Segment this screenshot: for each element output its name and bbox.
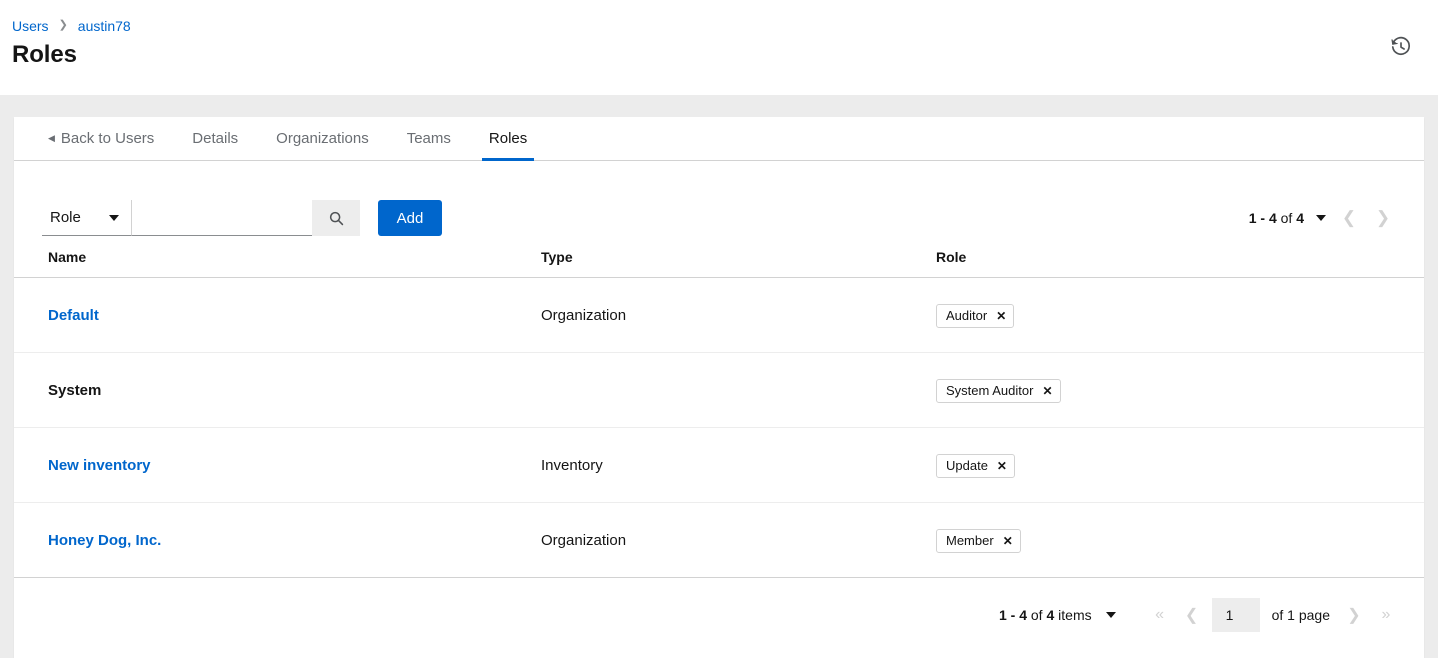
- history-icon-glyph: [1390, 36, 1412, 58]
- page-number-input[interactable]: [1212, 598, 1260, 632]
- cell-type: Organization: [541, 503, 626, 578]
- cell-type: Inventory: [541, 428, 603, 503]
- bottom-pagination-nav: « ❮ of 1 page ❯ »: [1144, 598, 1402, 632]
- cell-name: Default: [48, 278, 99, 353]
- bottom-pagination: 1 - 4 of 4 items « ❮ of 1 page ❯ »: [14, 578, 1424, 653]
- resource-type: Inventory: [541, 457, 603, 474]
- role-chip: Auditor ✕: [936, 304, 1014, 328]
- page-header: Users ❯ austin78 Roles: [0, 0, 1438, 95]
- add-button[interactable]: Add: [378, 200, 442, 236]
- cell-name: System: [48, 353, 101, 428]
- tab-bar: ◀ Back to Users Details Organizations Te…: [14, 117, 1424, 161]
- top-pagination-total: 4: [1296, 210, 1304, 226]
- role-chip-label: Update: [946, 458, 988, 473]
- tab-back-to-users[interactable]: ◀ Back to Users: [34, 117, 173, 160]
- top-pagination-next-button[interactable]: ❯: [1366, 201, 1400, 235]
- cell-type: Organization: [541, 278, 626, 353]
- cell-role: Update ✕: [936, 428, 1015, 503]
- breadcrumb-item-austin78[interactable]: austin78: [78, 18, 131, 34]
- close-icon[interactable]: ✕: [996, 310, 1006, 322]
- bottom-pagination-items-label: items: [1058, 607, 1091, 623]
- tab-back-to-users-label: Back to Users: [61, 130, 154, 147]
- role-chip: Update ✕: [936, 454, 1015, 478]
- total-pages-label: of 1 page: [1272, 607, 1330, 623]
- role-chip-label: System Auditor: [946, 383, 1033, 398]
- close-icon[interactable]: ✕: [997, 460, 1007, 472]
- top-pagination-range: 1 - 4: [1249, 210, 1277, 226]
- next-page-button[interactable]: ❯: [1338, 598, 1370, 632]
- tab-details[interactable]: Details: [173, 117, 257, 160]
- column-header-name: Name: [48, 249, 86, 265]
- search-icon: [328, 210, 345, 227]
- breadcrumb-separator-icon: ❯: [59, 17, 68, 33]
- roles-card: ◀ Back to Users Details Organizations Te…: [14, 117, 1424, 658]
- top-pagination: 1 - 4 of 4 ❮ ❯: [1249, 201, 1400, 235]
- cell-role: System Auditor ✕: [936, 353, 1061, 428]
- tab-teams-label: Teams: [407, 130, 451, 147]
- top-pagination-of: of: [1281, 210, 1293, 226]
- filter-group: Role: [42, 200, 360, 236]
- filter-type-select-label: Role: [50, 209, 81, 226]
- role-chip-label: Auditor: [946, 308, 987, 323]
- tab-roles[interactable]: Roles: [470, 117, 546, 160]
- cell-role: Member ✕: [936, 503, 1021, 578]
- resource-type: Organization: [541, 532, 626, 549]
- bottom-pagination-range: 1 - 4: [999, 607, 1027, 623]
- column-header-type: Type: [541, 249, 573, 265]
- bottom-pagination-per-page-toggle[interactable]: [1106, 612, 1116, 618]
- tab-organizations[interactable]: Organizations: [257, 117, 388, 160]
- bottom-pagination-inner: 1 - 4 of 4 items « ❮ of 1 page ❯ »: [999, 598, 1402, 632]
- resource-name: System: [48, 382, 101, 399]
- last-page-button[interactable]: »: [1370, 598, 1402, 632]
- search-input[interactable]: [132, 200, 312, 236]
- table-row: New inventory Inventory Update ✕: [14, 428, 1424, 503]
- cell-name: Honey Dog, Inc.: [48, 503, 161, 578]
- tab-organizations-label: Organizations: [276, 130, 369, 147]
- search-button[interactable]: [312, 200, 360, 236]
- first-page-button[interactable]: «: [1144, 598, 1176, 632]
- tab-teams[interactable]: Teams: [388, 117, 470, 160]
- resource-link[interactable]: New inventory: [48, 457, 151, 474]
- bottom-pagination-of: of: [1031, 607, 1043, 623]
- table-row: Default Organization Auditor ✕: [14, 278, 1424, 353]
- close-icon[interactable]: ✕: [1042, 385, 1052, 397]
- resource-type: Organization: [541, 307, 626, 324]
- prev-page-button[interactable]: ❮: [1176, 598, 1208, 632]
- top-pagination-per-page-toggle[interactable]: [1316, 215, 1326, 221]
- toolbar: Role Add 1 - 4 of 4 ❮ ❯: [14, 161, 1424, 236]
- bottom-pagination-summary: 1 - 4 of 4 items: [999, 607, 1092, 623]
- cell-role: Auditor ✕: [936, 278, 1014, 353]
- role-chip: Member ✕: [936, 529, 1021, 553]
- roles-table: Name Type Role Default Organization Audi…: [14, 236, 1424, 578]
- bottom-pagination-total: 4: [1046, 607, 1054, 623]
- breadcrumb: Users ❯ austin78: [12, 18, 131, 34]
- history-icon[interactable]: [1384, 30, 1418, 64]
- filter-type-select[interactable]: Role: [42, 200, 132, 236]
- table-header-row: Name Type Role: [14, 236, 1424, 278]
- resource-link[interactable]: Default: [48, 307, 99, 324]
- resource-link[interactable]: Honey Dog, Inc.: [48, 532, 161, 549]
- chevron-down-icon: [109, 215, 119, 221]
- top-pagination-prev-button[interactable]: ❮: [1332, 201, 1366, 235]
- tab-roles-label: Roles: [489, 130, 527, 147]
- caret-left-icon: ◀: [48, 133, 55, 144]
- top-pagination-summary: 1 - 4 of 4: [1249, 210, 1304, 226]
- cell-name: New inventory: [48, 428, 151, 503]
- table-row: Honey Dog, Inc. Organization Member ✕: [14, 503, 1424, 578]
- table-row: System System Auditor ✕: [14, 353, 1424, 428]
- role-chip: System Auditor ✕: [936, 379, 1061, 403]
- breadcrumb-item-users[interactable]: Users: [12, 18, 49, 34]
- column-header-role: Role: [936, 249, 966, 265]
- role-chip-label: Member: [946, 533, 994, 548]
- page-title: Roles: [12, 41, 77, 69]
- close-icon[interactable]: ✕: [1003, 535, 1013, 547]
- tab-details-label: Details: [192, 130, 238, 147]
